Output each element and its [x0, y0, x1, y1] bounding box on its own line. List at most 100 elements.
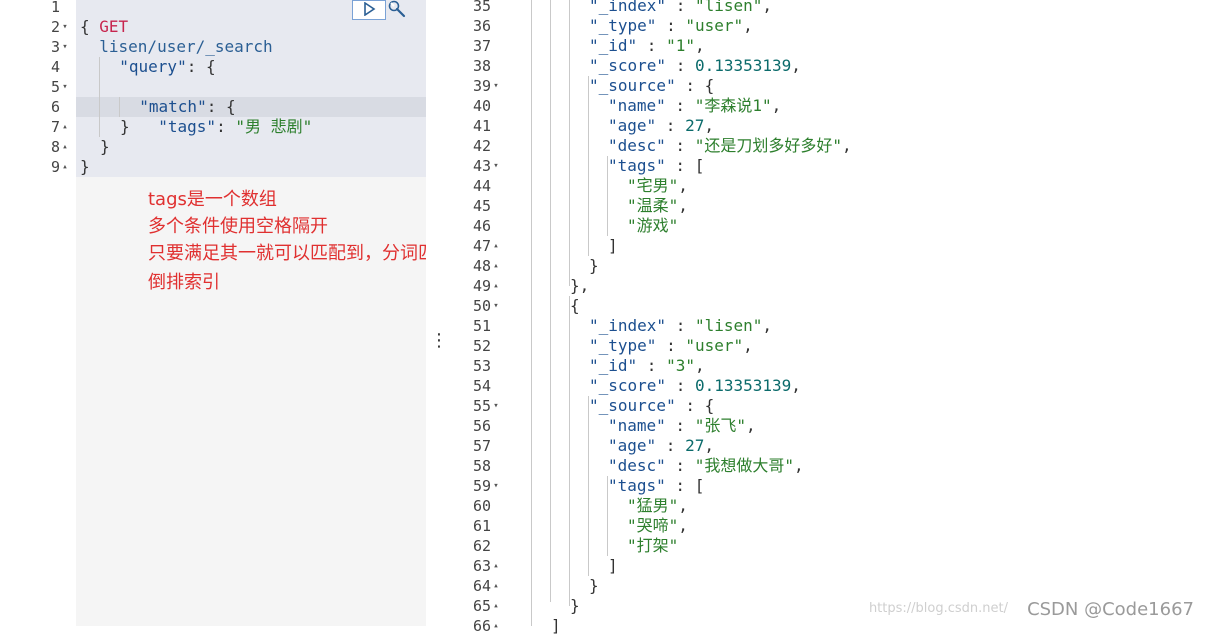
response-line[interactable]: ]: [608, 556, 618, 576]
response-line[interactable]: "desc" : "还是刀划多好多好",: [608, 136, 852, 156]
response-line[interactable]: "_type" : "user",: [589, 336, 753, 356]
response-line[interactable]: "温柔",: [627, 196, 688, 216]
request-line-7[interactable]: }: [120, 117, 130, 137]
fold-toggle-icon[interactable]: ▴: [491, 616, 501, 636]
response-line[interactable]: "_id" : "1",: [589, 36, 705, 56]
indent-guide: [607, 476, 608, 556]
request-line-9[interactable]: }: [80, 157, 90, 177]
fold-toggle-icon[interactable]: ▴: [491, 596, 501, 616]
fold-toggle-icon[interactable]: ▾: [60, 17, 70, 37]
line-number-text: 1: [50, 0, 60, 16]
request-line-8[interactable]: }: [100, 137, 110, 157]
json-punctuation: : [: [665, 156, 705, 175]
pane-splitter[interactable]: [426, 0, 446, 626]
response-line[interactable]: "_score" : 0.13353139,: [589, 56, 801, 76]
response-line[interactable]: "name" : "李森说1",: [608, 96, 781, 116]
response-line[interactable]: "宅男",: [627, 176, 688, 196]
response-line[interactable]: "游戏": [627, 216, 678, 236]
response-line[interactable]: {: [570, 296, 580, 316]
json-string: "哭啼": [627, 516, 679, 535]
fold-toggle-icon[interactable]: ▴: [60, 117, 70, 137]
json-number: 27: [685, 116, 705, 135]
request-line-1[interactable]: GET lisen/user/_search: [80, 0, 272, 56]
request-line-5[interactable]: "match": {: [120, 77, 235, 116]
response-line[interactable]: "_source" : {: [589, 76, 714, 96]
json-punctuation: }: [589, 576, 599, 595]
json-punctuation: ,: [678, 196, 688, 215]
response-line[interactable]: }: [570, 596, 580, 616]
json-punctuation: :: [656, 16, 686, 35]
response-line[interactable]: "哭啼",: [627, 516, 688, 536]
response-line[interactable]: "tags" : [: [608, 156, 704, 176]
fold-toggle-icon[interactable]: ▴: [491, 256, 501, 276]
response-line[interactable]: "age" : 27,: [608, 436, 714, 456]
response-line[interactable]: },: [570, 276, 589, 296]
response-pane: [446, 0, 1208, 626]
fold-toggle-icon[interactable]: ▴: [60, 157, 70, 177]
response-line[interactable]: "name" : "张飞",: [608, 416, 756, 436]
json-punctuation: :: [637, 36, 667, 55]
json-key: "desc": [608, 136, 666, 155]
request-line-2[interactable]: {: [80, 17, 90, 37]
fold-toggle-icon[interactable]: ▴: [491, 576, 501, 596]
request-line-number: 2 ▾: [36, 17, 70, 37]
response-line-number: 54: [466, 376, 501, 396]
fold-toggle-icon[interactable]: ▾: [491, 396, 501, 416]
json-key: "_score": [589, 56, 667, 75]
response-line[interactable]: "_id" : "3",: [589, 356, 705, 376]
request-line-number: 5 ▾: [36, 77, 70, 97]
json-number: 27: [685, 436, 705, 455]
response-line[interactable]: "age" : 27,: [608, 116, 714, 136]
run-request-button[interactable]: [352, 0, 386, 20]
json-string: "1": [666, 36, 695, 55]
response-line[interactable]: "_score" : 0.13353139,: [589, 376, 801, 396]
response-line[interactable]: "_source" : {: [589, 396, 714, 416]
response-line[interactable]: "_type" : "user",: [589, 16, 753, 36]
tags-value: "男 悲剧": [235, 117, 313, 136]
line-number-text: 58: [472, 457, 491, 475]
fold-toggle-icon[interactable]: ▾: [491, 156, 501, 176]
request-settings-button[interactable]: [386, 0, 408, 22]
response-line-number: 52: [466, 336, 501, 356]
query-key: "query": [119, 57, 187, 76]
response-line[interactable]: "_index" : "lisen",: [589, 316, 772, 336]
fold-toggle-icon[interactable]: ▾: [491, 476, 501, 496]
response-line[interactable]: }: [589, 256, 599, 276]
response-line[interactable]: "打架": [627, 536, 678, 556]
json-string: "我想做大哥": [694, 456, 794, 475]
response-line-number: 62: [466, 536, 501, 556]
fold-toggle-icon[interactable]: ▾: [491, 76, 501, 96]
fold-toggle-icon[interactable]: ▴: [491, 556, 501, 576]
line-number-text: 65: [472, 597, 491, 615]
line-number-text: 35: [472, 0, 491, 15]
json-punctuation: ,: [678, 176, 688, 195]
response-line[interactable]: ]: [551, 616, 561, 636]
fold-toggle-icon[interactable]: ▴: [491, 236, 501, 256]
fold-toggle-icon[interactable]: ▾: [491, 296, 501, 316]
line-number-text: 46: [472, 217, 491, 235]
response-line[interactable]: "desc" : "我想做大哥",: [608, 456, 804, 476]
response-line-number: 42: [466, 136, 501, 156]
fold-toggle-icon[interactable]: ▾: [60, 77, 70, 97]
response-line-number: 47 ▴: [466, 236, 501, 256]
response-line[interactable]: }: [589, 576, 599, 596]
json-string: "猛男": [627, 496, 679, 515]
request-line-6[interactable]: "tags": "男 悲剧": [139, 97, 312, 136]
fold-toggle-icon[interactable]: ▾: [60, 37, 70, 57]
request-line-3[interactable]: "query": {: [100, 37, 215, 76]
indent-guide: [607, 156, 608, 236]
json-key: "_source": [589, 76, 676, 95]
json-punctuation: ,: [762, 0, 773, 15]
fold-toggle-icon[interactable]: ▴: [491, 276, 501, 296]
response-line[interactable]: ]: [608, 236, 618, 256]
fold-toggle-icon[interactable]: ▴: [60, 137, 70, 157]
json-key: "name": [608, 416, 666, 435]
response-line[interactable]: "猛男",: [627, 496, 688, 516]
response-line[interactable]: "tags" : [: [608, 476, 704, 496]
json-key: "desc": [608, 456, 666, 475]
response-line[interactable]: "_index" : "lisen",: [589, 0, 772, 16]
response-line-number: 50 ▾: [466, 296, 501, 316]
indent-guide: [119, 97, 120, 117]
json-punctuation: },: [570, 276, 590, 295]
line-number-text: 60: [472, 497, 491, 515]
